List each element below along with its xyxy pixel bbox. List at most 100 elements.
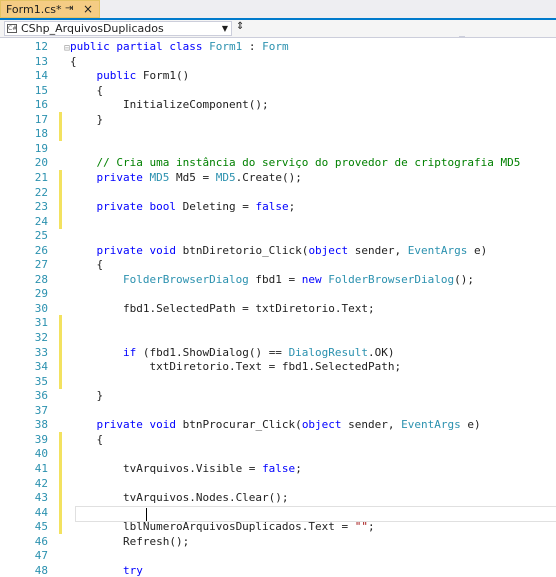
- line-number: 30: [34, 301, 48, 315]
- line-number: 13: [34, 54, 48, 68]
- code-token: private bool: [70, 200, 183, 214]
- code-token: private void: [70, 243, 183, 257]
- change-marker: [59, 213, 62, 229]
- tab-form1-cs[interactable]: Form1.cs* ⇥ ×: [0, 0, 100, 18]
- code-line[interactable]: private void btnDiretorio_Click(object s…: [70, 244, 487, 257]
- line-number: 18: [34, 127, 48, 141]
- code-token: .OK): [368, 345, 395, 359]
- pin-icon[interactable]: ⇥: [65, 3, 73, 14]
- line-number: 39: [34, 432, 48, 446]
- code-line[interactable]: tvArquivos.Visible = false;: [70, 462, 302, 475]
- change-marker: [59, 126, 62, 142]
- line-number: 28: [34, 272, 48, 286]
- code-line[interactable]: {: [70, 84, 103, 97]
- code-token: Md5 =: [169, 170, 216, 184]
- code-line[interactable]: private MD5 Md5 = MD5.Create();: [70, 170, 301, 184]
- line-number: 25: [34, 229, 48, 243]
- chevron-down-icon[interactable]: ▼: [222, 24, 228, 33]
- line-number: 36: [34, 389, 48, 403]
- code-token: ;: [288, 200, 296, 214]
- line-number: 26: [34, 243, 48, 257]
- change-marker: [59, 431, 62, 447]
- code-line[interactable]: lblNumeroArquivosDuplicados.Text = "";: [70, 520, 375, 533]
- line-number: 27: [34, 258, 48, 272]
- code-token: btnDiretorio_Click(: [182, 243, 309, 257]
- code-line[interactable]: private bool Deleting = false;: [70, 200, 295, 213]
- line-number: 41: [34, 461, 48, 475]
- line-number: 37: [34, 403, 48, 417]
- document-tab-strip: Form1.cs* ⇥ ×: [0, 0, 556, 20]
- change-marker: [59, 460, 62, 476]
- line-number: 12: [34, 40, 48, 53]
- class-combo[interactable]: C# CShp_ArquivosDuplicados ▼: [4, 21, 232, 36]
- code-token: new: [301, 272, 329, 286]
- code-line[interactable]: }: [70, 389, 103, 402]
- code-token: ();: [454, 272, 475, 286]
- code-line[interactable]: InitializeComponent();: [70, 98, 269, 111]
- code-token: {: [70, 83, 104, 97]
- code-line[interactable]: {: [70, 55, 77, 68]
- code-line[interactable]: try: [70, 564, 143, 577]
- code-token: false: [262, 461, 296, 475]
- tab-title: Form1.cs*: [6, 3, 62, 16]
- line-number: 45: [34, 520, 48, 534]
- line-number: 47: [34, 549, 48, 563]
- code-line[interactable]: FolderBrowserDialog fbd1 = new FolderBro…: [70, 273, 474, 286]
- code-token: FolderBrowserDialog: [70, 272, 249, 286]
- change-marker: [59, 446, 62, 462]
- code-line[interactable]: {: [70, 433, 103, 446]
- line-number: 23: [34, 200, 48, 214]
- line-number: 46: [34, 534, 48, 548]
- line-number: 21: [34, 170, 48, 184]
- code-token: private: [70, 170, 150, 184]
- code-line[interactable]: private void btnProcurar_Click(object se…: [70, 418, 481, 432]
- change-marker: [59, 504, 62, 520]
- code-line[interactable]: {: [70, 258, 103, 271]
- change-marker: [59, 344, 62, 360]
- code-line[interactable]: public Form1(): [70, 69, 189, 82]
- change-marker: [59, 519, 62, 535]
- code-line[interactable]: }: [70, 113, 103, 126]
- change-marker: [59, 359, 62, 375]
- code-line[interactable]: if (fbd1.ShowDialog() == DialogResult.OK…: [70, 346, 395, 359]
- csharp-project-icon: C#: [7, 24, 18, 33]
- code-line[interactable]: Refresh();: [70, 535, 189, 548]
- line-number: 29: [34, 287, 48, 301]
- change-marker: [59, 330, 62, 346]
- splitter[interactable]: [459, 36, 465, 38]
- change-marker: [59, 111, 62, 127]
- line-number: 48: [34, 563, 48, 577]
- line-number: 40: [34, 447, 48, 461]
- code-line[interactable]: tvArquivos.Nodes.Clear();: [70, 491, 289, 504]
- code-token: tvArquivos.Nodes.Clear();: [70, 491, 289, 505]
- code-line[interactable]: txtDiretorio.Text = fbd1.SelectedPath;: [70, 360, 401, 373]
- vertical-scrollbar[interactable]: [546, 41, 556, 570]
- code-token: Deleting =: [182, 200, 256, 214]
- code-token: MD5: [149, 170, 170, 184]
- code-token: EventArgs: [401, 418, 461, 432]
- code-token: FolderBrowserDialog: [328, 272, 455, 286]
- split-handle-icon[interactable]: ⇕: [236, 21, 244, 32]
- code-token: EventArgs: [407, 243, 468, 257]
- line-number: 17: [34, 112, 48, 126]
- code-token: (fbd1.ShowDialog() ==: [142, 345, 289, 359]
- code-token: public partial class: [70, 40, 210, 53]
- line-number: 14: [34, 69, 48, 83]
- code-token: sender,: [348, 418, 402, 432]
- code-token: Form: [262, 40, 289, 53]
- code-line[interactable]: fbd1.SelectedPath = txtDiretorio.Text;: [70, 302, 375, 315]
- code-line[interactable]: // Cria uma instância do serviço do prov…: [70, 156, 520, 169]
- code-token: Form1(): [142, 69, 190, 83]
- line-number: 24: [34, 214, 48, 228]
- line-number: 33: [34, 345, 48, 359]
- code-token: object: [308, 243, 355, 257]
- change-marker: [59, 475, 62, 491]
- code-token: MD5: [215, 170, 236, 184]
- code-token: e): [460, 418, 481, 432]
- change-marker: [59, 184, 62, 200]
- close-icon[interactable]: ×: [83, 2, 93, 16]
- code-line[interactable]: public partial class Form1 : Form: [70, 40, 289, 53]
- change-marker: [59, 373, 62, 389]
- code-token: // Cria uma instância do serviço do prov…: [70, 156, 521, 170]
- line-number: 43: [34, 491, 48, 505]
